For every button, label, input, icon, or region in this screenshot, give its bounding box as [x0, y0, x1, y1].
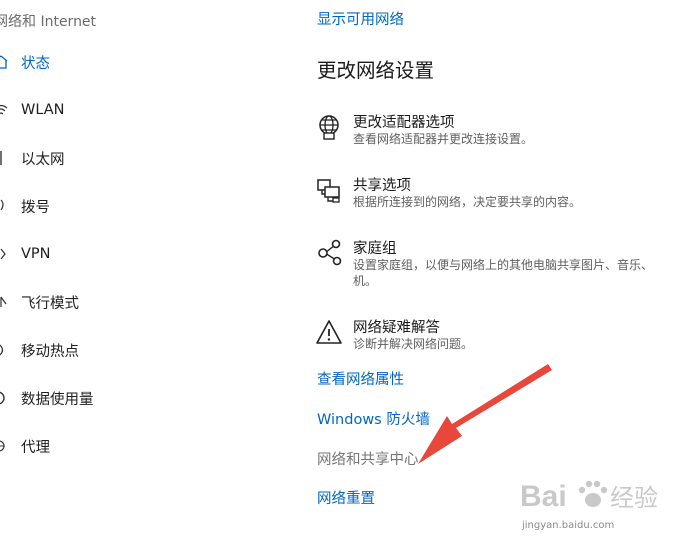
sidebar-item-label: VPN: [21, 246, 51, 262]
baidu-paw-logo: Bai 经验: [520, 480, 658, 513]
settings-window: 网络和 Internet 状态 WLAN 以太网 拨号 VPN 飞行模式 移动热…: [0, 0, 675, 548]
svg-text:经验: 经验: [610, 484, 658, 512]
svg-text:Bai: Bai: [520, 480, 567, 513]
sidebar-item-label: 飞行模式: [21, 295, 79, 312]
watermark-url: jingyan.baidu.com: [522, 520, 615, 531]
sidebar-item-label: 拨号: [21, 199, 50, 216]
option-desc: 设置家庭组，以便与网络上的其他电脑共享图片、音乐、机。: [353, 258, 654, 288]
option-desc: 查看网络适配器并更改连接设置。: [353, 132, 534, 146]
sidebar-item-label: WLAN: [21, 102, 65, 118]
sidebar-item-hotspot[interactable]: 移动热点: [0, 330, 260, 370]
option-change-adapter[interactable]: 更改适配器选项 查看网络适配器并更改连接设置。: [313, 111, 673, 151]
hotspot-icon: [0, 341, 8, 359]
view-network-properties-link[interactable]: 查看网络属性: [317, 368, 404, 389]
sidebar-item-ethernet[interactable]: 以太网: [0, 138, 260, 178]
sharing-icon: [315, 176, 343, 204]
option-desc: 诊断并解决网络问题。: [353, 337, 474, 351]
ethernet-icon: [0, 149, 8, 167]
option-title: 家庭组: [353, 241, 397, 257]
network-reset-link[interactable]: 网络重置: [317, 487, 375, 508]
sidebar-item-label: 状态: [21, 55, 50, 72]
sidebar-item-label: 数据使用量: [21, 391, 94, 408]
airplane-icon: [0, 293, 8, 311]
baidu-watermark: Bai 经验 jingyan.baidu.com: [520, 470, 670, 540]
section-heading: 更改网络设置: [317, 59, 435, 82]
globe-icon: [0, 437, 8, 455]
show-available-networks-link[interactable]: 显示可用网络: [317, 8, 404, 29]
warning-icon: [315, 318, 343, 346]
sidebar-item-status[interactable]: 状态: [0, 42, 260, 82]
vpn-icon: [0, 245, 8, 263]
adapter-globe-icon: [315, 113, 343, 141]
sidebar-item-airplane[interactable]: 飞行模式: [0, 282, 260, 322]
option-sharing[interactable]: 共享选项 根据所连接到的网络，决定要共享的内容。: [313, 174, 673, 214]
dialup-icon: [0, 197, 8, 215]
homegroup-icon: [315, 239, 343, 267]
option-title: 共享选项: [353, 178, 411, 194]
home-icon: [0, 53, 8, 71]
sidebar-item-label: 代理: [21, 439, 50, 456]
sidebar-item-label: 移动热点: [21, 343, 79, 360]
sidebar-item-vpn[interactable]: VPN: [0, 234, 260, 274]
network-sharing-center-link[interactable]: 网络和共享中心: [317, 448, 419, 469]
option-title: 更改适配器选项: [353, 115, 455, 131]
option-title: 网络疑难解答: [353, 320, 440, 336]
option-homegroup[interactable]: 家庭组 设置家庭组，以便与网络上的其他电脑共享图片、音乐、机。: [313, 237, 673, 293]
sidebar-item-wlan[interactable]: WLAN: [0, 90, 260, 130]
sidebar-item-dialup[interactable]: 拨号: [0, 186, 260, 226]
sidebar-item-data-usage[interactable]: 数据使用量: [0, 378, 260, 418]
wifi-icon: [0, 101, 8, 119]
data-usage-icon: [0, 389, 8, 407]
windows-firewall-link[interactable]: Windows 防火墙: [317, 408, 430, 429]
sidebar-item-proxy[interactable]: 代理: [0, 426, 260, 466]
option-desc: 根据所连接到的网络，决定要共享的内容。: [353, 195, 582, 209]
sidebar-item-label: 以太网: [21, 151, 65, 168]
sidebar-title: 网络和 Internet: [0, 14, 97, 30]
option-troubleshoot[interactable]: 网络疑难解答 诊断并解决网络问题。: [313, 316, 673, 356]
